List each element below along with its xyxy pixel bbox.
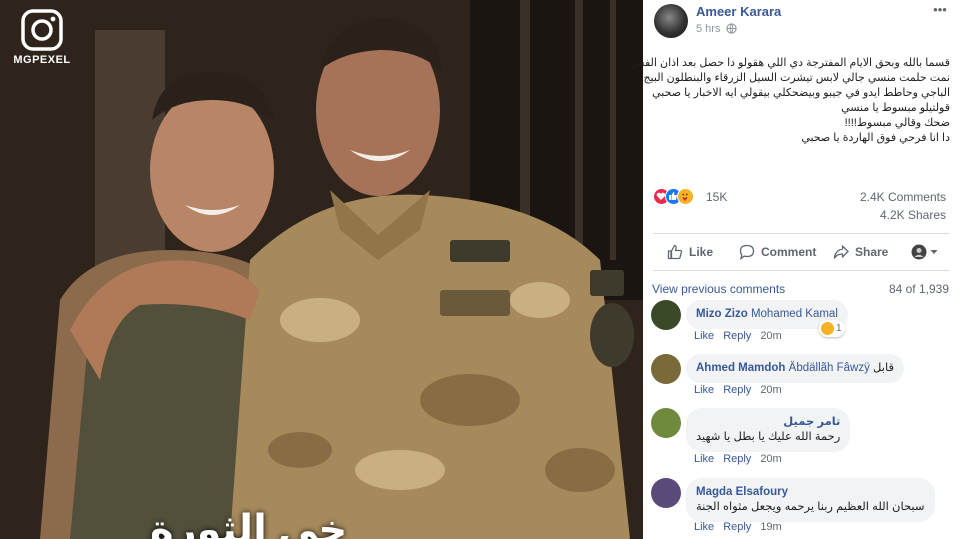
comment-time: 20m — [760, 453, 782, 465]
more-options-icon[interactable]: ••• — [930, 3, 950, 16]
comment-time: 20m — [760, 384, 782, 396]
like-button-label: Like — [689, 245, 714, 259]
author-avatar[interactable] — [654, 4, 688, 38]
post-text-line: قولتيلو مبسوط يا منسي — [841, 102, 950, 114]
comment-item: Ahmed Mamdoh Äbdällãh Fâwzÿ قابل Like Rep… — [651, 352, 952, 400]
comment-bubble: Ahmed Mamdoh Äbdällãh Fâwzÿ قابل — [686, 354, 904, 383]
like-button[interactable]: Like — [667, 242, 713, 262]
comment-button[interactable]: Comment — [739, 242, 816, 262]
commenter-name[interactable]: Mizo Zizo — [696, 308, 748, 320]
post-text: قسما بالله وبحق الايام المفترجة دي اللي … — [631, 56, 950, 146]
watermark-text: MGPEXEL — [13, 54, 71, 66]
comment-like-link[interactable]: Like — [694, 384, 714, 396]
commenter-avatar[interactable] — [651, 300, 681, 330]
comment-reply-link[interactable]: Reply — [723, 453, 751, 465]
comments-pagination-count: 84 of 1,939 — [888, 282, 949, 296]
photo-banner-text: خي الثورة — [150, 508, 348, 539]
comment-reaction-badge[interactable]: 1 — [819, 320, 845, 337]
divider — [653, 233, 950, 234]
comment-bubble: تامر جميل رحمة الله عليك يا بطل يا شهيد — [686, 408, 851, 452]
comment-text: قابل — [873, 362, 894, 374]
comment-item: Magda Elsafoury سبحان الله العظيم ربنا ي… — [651, 476, 952, 539]
comment-like-link[interactable]: Like — [694, 521, 714, 533]
comment-mention[interactable]: Mohamed Kamal — [751, 308, 838, 320]
comment-time: 20m — [760, 330, 782, 342]
share-button-label: Share — [855, 245, 889, 259]
thumbs-up-icon — [667, 244, 683, 260]
comment-item: Mizo Zizo Mohamed Kamal 1 Like Reply 20m — [651, 298, 952, 346]
comment-icon — [739, 244, 755, 260]
post-text-line: قسما بالله وبحق الايام المفترجة دي اللي … — [631, 57, 950, 69]
commenter-name[interactable]: Ahmed Mamdoh — [696, 362, 785, 374]
post-text-line: نمت حلمت منسي جالي لابس تيشرت السيل الزر… — [643, 72, 950, 84]
share-button[interactable]: Share — [833, 242, 888, 262]
profile-avatar-small-icon — [911, 244, 927, 260]
haha-reaction-icon — [821, 322, 834, 335]
view-previous-comments-link[interactable]: View previous comments — [652, 282, 785, 296]
author-name[interactable]: Ameer Karara — [696, 4, 781, 19]
comment-like-link[interactable]: Like — [694, 330, 714, 342]
share-arrow-icon — [833, 245, 849, 259]
comment-time: 19m — [760, 521, 782, 533]
globe-icon — [726, 23, 737, 34]
divider — [653, 270, 950, 271]
post-photo[interactable]: MGPEXEL خي الثورة — [0, 0, 643, 539]
audience-selector[interactable] — [911, 242, 938, 262]
commenter-avatar[interactable] — [651, 408, 681, 438]
comment-text: رحمة الله عليك يا بطل يا شهيد — [696, 431, 841, 443]
comment-reply-link[interactable]: Reply — [723, 521, 751, 533]
comment-mention[interactable]: Äbdällãh Fâwzÿ — [789, 362, 870, 374]
instagram-watermark: MGPEXEL — [12, 8, 72, 66]
comment-meta: Like Reply 20m — [694, 330, 791, 342]
instagram-icon — [21, 9, 63, 51]
post-text-line: الباجي وحاطط ايدو في جيبو وبيضحكلي بيقول… — [652, 87, 950, 99]
comment-reply-link[interactable]: Reply — [723, 384, 751, 396]
post-sidebar: Ameer Karara 5 hrs ••• قسما بالله وبحق ا… — [631, 0, 960, 539]
commenter-name[interactable]: Magda Elsafoury — [696, 485, 925, 500]
reaction-count: 15K — [706, 190, 728, 204]
comment-like-link[interactable]: Like — [694, 453, 714, 465]
comment-text: سبحان الله العظيم ربنا يرحمه ويجعل مثواه… — [696, 501, 925, 513]
comment-meta: Like Reply 20m — [694, 384, 791, 396]
post-text-line: ضحك وقالي مبسوط!!!! — [844, 117, 950, 129]
comment-meta: Like Reply 19m — [694, 521, 791, 533]
comment-bubble: Magda Elsafoury سبحان الله العظيم ربنا ي… — [686, 478, 935, 522]
photo-scene — [0, 0, 643, 539]
share-count[interactable]: 4.2K Shares — [880, 208, 946, 222]
comment-item: تامر جميل رحمة الله عليك يا بطل يا شهيد … — [651, 406, 952, 470]
post-timestamp[interactable]: 5 hrs — [696, 23, 720, 35]
comment-reply-link[interactable]: Reply — [723, 330, 751, 342]
care-reaction-icon — [677, 188, 694, 205]
post-text-line: دا انا فرحي فوق الهاردة يا صحبي — [801, 132, 950, 144]
action-bar: Like Comment Share — [653, 236, 950, 268]
comment-meta: Like Reply 20m — [694, 453, 791, 465]
commenter-avatar[interactable] — [651, 478, 681, 508]
chevron-down-icon — [930, 250, 938, 254]
comment-count[interactable]: 2.4K Comments — [860, 190, 946, 204]
comment-button-label: Comment — [761, 245, 817, 259]
commenter-name[interactable]: تامر جميل — [696, 415, 840, 430]
commenter-avatar[interactable] — [651, 354, 681, 384]
comment-reaction-count: 1 — [836, 323, 842, 334]
